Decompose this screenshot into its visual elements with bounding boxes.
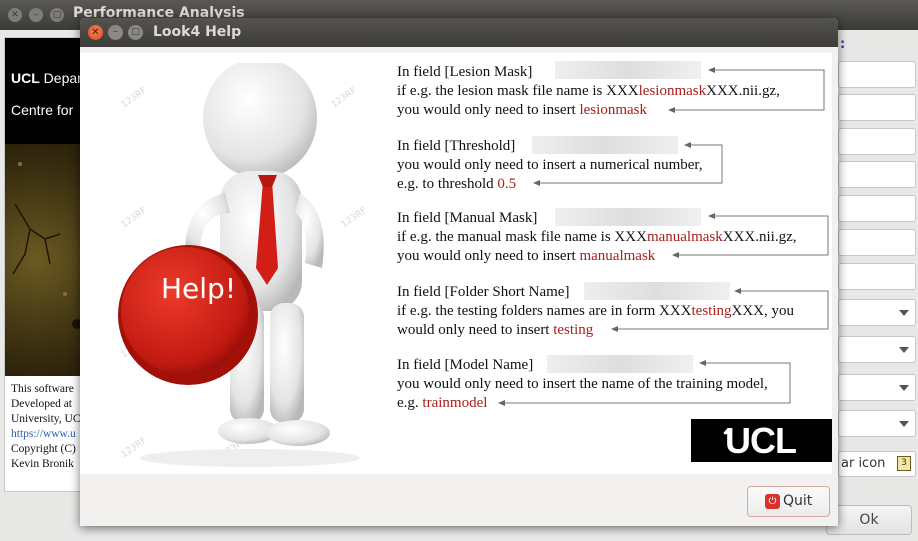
bg-maximize-icon[interactable]: □ [50, 8, 64, 22]
info-line: Copyright (C) [11, 443, 76, 455]
info-line: Kevin Bronik [11, 458, 74, 470]
centre-label: Centre for [11, 102, 74, 118]
bg-text-field[interactable] [838, 128, 916, 155]
bg-text-field[interactable] [838, 94, 916, 121]
power-icon: ⏻ [765, 494, 780, 509]
close-icon[interactable]: ✕ [88, 25, 103, 40]
bg-dropdown[interactable] [838, 410, 916, 437]
quit-button[interactable]: ⏻ Quit [747, 486, 830, 517]
bg-dropdown[interactable] [838, 374, 916, 401]
info-line: This software [11, 383, 74, 395]
neuron-graphic [12, 162, 81, 329]
ucl-department-label: UCL Department [11, 70, 82, 86]
bg-text-field[interactable] [838, 161, 916, 188]
bg-text-field[interactable] [838, 229, 916, 256]
connector-arrows [498, 67, 829, 406]
ucl-logo: UCL [691, 419, 832, 462]
bg-text-field[interactable] [838, 195, 916, 222]
info-link[interactable]: https://www.u [11, 427, 81, 442]
maximize-icon[interactable]: □ [128, 25, 143, 40]
bg-dropdown[interactable] [838, 299, 916, 326]
help-image: 123RF 123RF 123RF 123RF 123RF 123RF 123R… [80, 53, 832, 474]
neuron-image [5, 144, 81, 376]
bg-dropdown[interactable] [838, 336, 916, 363]
bg-close-icon[interactable]: ✕ [8, 8, 22, 22]
ok-button[interactable]: Ok [826, 505, 912, 535]
info-line: University, UC [11, 413, 81, 425]
minimize-icon[interactable]: – [108, 25, 123, 40]
bg-minimize-icon[interactable]: – [29, 8, 43, 22]
help-dialog: ✕ – □ Look4 Help 123RF 123RF 123RF 123RF… [80, 18, 838, 526]
dialog-title: Look4 Help [153, 24, 242, 40]
bg-icon-field-value: ar icon [841, 456, 886, 471]
bg-icon-field[interactable]: ar icon 3 [838, 451, 916, 477]
dialog-title-bar: ✕ – □ Look4 Help [80, 18, 838, 47]
ucl-banner: UCL Department Centre for [5, 38, 82, 144]
quit-label: Quit [783, 493, 813, 509]
software-info: This software Developed at University, U… [11, 382, 81, 472]
bg-text-field[interactable] [838, 61, 916, 88]
ucl-logo-text: UCL [725, 420, 797, 461]
background-left-panel: UCL Department Centre for This software … [4, 37, 82, 492]
bg-text-field[interactable] [838, 263, 916, 290]
info-line: Developed at [11, 398, 72, 410]
calendar-icon[interactable]: 3 [897, 456, 911, 471]
